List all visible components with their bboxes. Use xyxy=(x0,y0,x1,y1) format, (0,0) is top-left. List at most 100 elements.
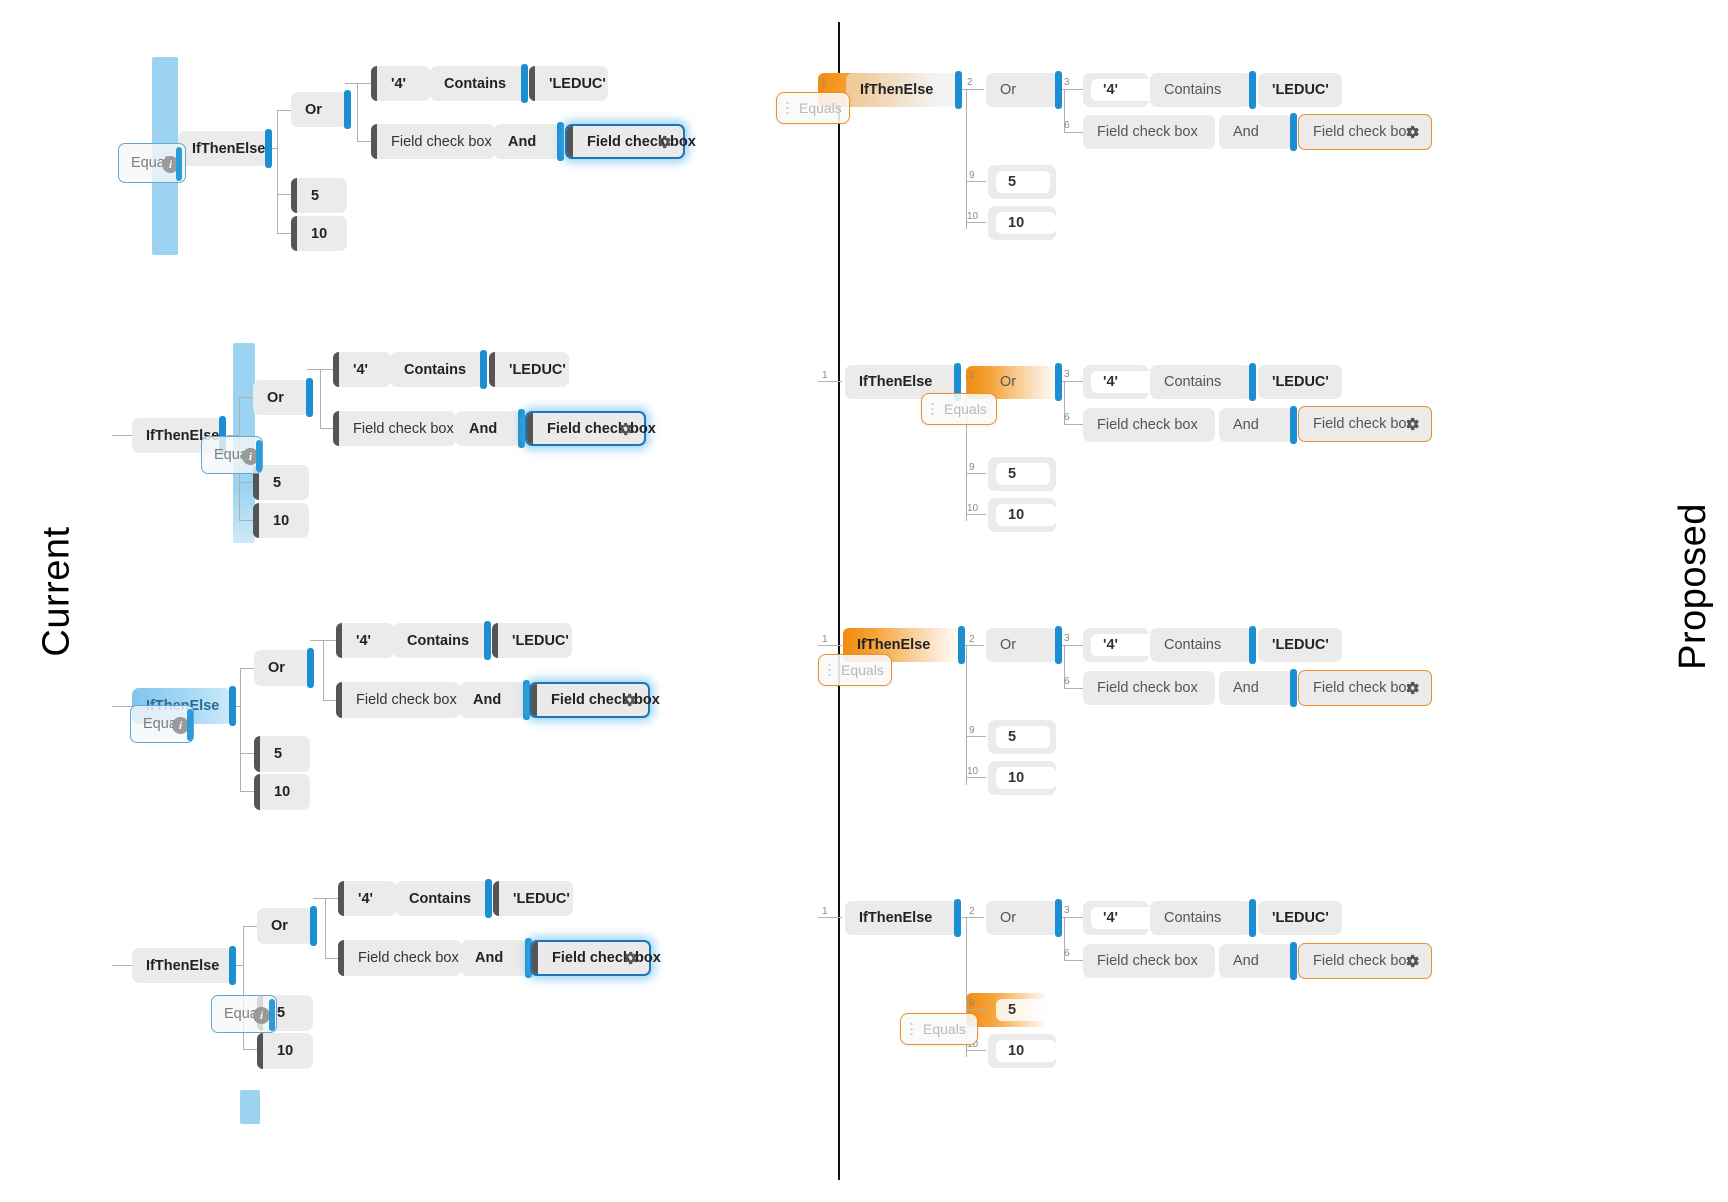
node-field-check-box-selected[interactable]: Field check box xyxy=(1298,406,1432,442)
connector xyxy=(966,1050,986,1051)
node-value-leduc[interactable]: 'LEDUC' xyxy=(1258,73,1342,107)
gear-icon[interactable] xyxy=(620,691,638,709)
node-value-5[interactable]: 5 xyxy=(254,736,310,772)
drag-ghost-equals[interactable]: Equals i xyxy=(118,143,186,183)
node-field-check-box[interactable]: Field check box xyxy=(333,411,456,446)
node-field-check-box[interactable]: Field check box xyxy=(338,940,462,976)
node-value-4[interactable]: '4' xyxy=(336,623,394,658)
gear-icon[interactable] xyxy=(655,133,673,151)
node-value-10[interactable]: 10 xyxy=(988,498,1056,532)
node-value-10[interactable]: 10 xyxy=(988,206,1056,240)
node-field-check-box[interactable]: Field check box xyxy=(371,124,495,159)
drag-ghost-equals[interactable]: Equals xyxy=(818,654,892,686)
node-or[interactable]: Or xyxy=(254,648,314,688)
node-contains[interactable]: Contains xyxy=(395,879,492,918)
node-or[interactable]: Or xyxy=(986,71,1062,109)
node-and[interactable]: And xyxy=(1219,942,1297,980)
node-field-check-box[interactable]: Field check box xyxy=(336,682,460,718)
node-or[interactable]: Or xyxy=(253,378,313,417)
node-field-check-box-selected[interactable]: Field check box xyxy=(529,682,660,718)
node-and[interactable]: And xyxy=(1219,406,1297,444)
gear-icon[interactable] xyxy=(621,949,639,967)
node-or[interactable]: Or xyxy=(986,626,1062,664)
node-ifthenelse[interactable]: IfThenElse xyxy=(132,946,236,985)
node-value-leduc[interactable]: 'LEDUC' xyxy=(1258,901,1342,935)
drag-ghost-equals[interactable]: Equals i xyxy=(201,436,263,474)
drag-handle-icon[interactable] xyxy=(931,401,934,417)
node-and[interactable]: And xyxy=(455,409,525,448)
drag-handle-icon[interactable] xyxy=(786,100,789,116)
connector-number: 1 xyxy=(822,370,828,381)
node-value-4[interactable]: '4' xyxy=(338,881,396,916)
node-or[interactable]: Or xyxy=(986,899,1062,937)
drag-ghost-equals[interactable]: Equals xyxy=(776,92,850,124)
node-value-leduc[interactable]: 'LEDUC' xyxy=(1258,365,1342,399)
node-value-4[interactable]: '4' xyxy=(333,352,391,387)
drag-ghost-equals[interactable]: Equals i xyxy=(130,705,194,743)
node-and[interactable]: And xyxy=(1219,113,1297,151)
node-value-5[interactable]: 5 xyxy=(988,993,1056,1027)
node-value-leduc[interactable]: 'LEDUC' xyxy=(1258,628,1342,662)
node-ifthenelse[interactable]: IfThenElse xyxy=(845,899,961,937)
proposed-column-label: Proposed xyxy=(1671,503,1714,670)
node-value-4[interactable]: '4' xyxy=(1083,901,1157,935)
gear-icon[interactable] xyxy=(1403,123,1421,141)
node-value-10[interactable]: 10 xyxy=(291,216,347,251)
node-field-check-box-selected[interactable]: Field check box xyxy=(525,411,656,446)
node-field-check-box-selected[interactable]: Field check box xyxy=(1298,670,1432,706)
node-contains[interactable]: Contains xyxy=(1150,363,1256,401)
drag-handle-icon[interactable] xyxy=(910,1021,913,1037)
node-or[interactable]: Or xyxy=(257,906,317,946)
node-value-leduc[interactable]: 'LEDUC' xyxy=(529,66,608,101)
node-value-4[interactable]: '4' xyxy=(1083,73,1157,107)
node-and[interactable]: And xyxy=(494,122,564,161)
node-value-5[interactable]: 5 xyxy=(291,178,347,213)
node-value-4[interactable]: '4' xyxy=(1083,365,1157,399)
gear-icon[interactable] xyxy=(1403,952,1421,970)
node-contains[interactable]: Contains xyxy=(1150,899,1256,937)
node-value-5[interactable]: 5 xyxy=(988,720,1056,754)
node-ifthenelse[interactable]: IfThenElse xyxy=(846,71,962,109)
node-value-10[interactable]: 10 xyxy=(988,1034,1056,1068)
node-contains[interactable]: Contains xyxy=(430,64,528,103)
node-value-5[interactable]: 5 xyxy=(988,165,1056,199)
node-field-check-box[interactable]: Field check box xyxy=(1083,944,1215,978)
node-contains[interactable]: Contains xyxy=(1150,626,1256,664)
node-or[interactable]: Or xyxy=(986,363,1062,401)
node-label: 'LEDUC' xyxy=(512,632,569,649)
gear-icon[interactable] xyxy=(1403,679,1421,697)
node-and[interactable]: And xyxy=(1219,669,1297,707)
node-value-10[interactable]: 10 xyxy=(254,774,310,810)
node-field-check-box-selected[interactable]: Field check box xyxy=(1298,943,1432,979)
drag-handle-icon[interactable] xyxy=(828,662,831,678)
node-field-check-box[interactable]: Field check box xyxy=(1083,671,1215,705)
node-field-check-box[interactable]: Field check box xyxy=(1083,115,1215,149)
drag-ghost-equals[interactable]: Equals xyxy=(921,393,997,425)
gear-icon[interactable] xyxy=(616,420,634,438)
node-value-10[interactable]: 10 xyxy=(253,503,309,538)
node-contains[interactable]: Contains xyxy=(1150,71,1256,109)
node-and[interactable]: And xyxy=(459,680,530,720)
node-and[interactable]: And xyxy=(461,938,532,978)
node-label: Field check box xyxy=(552,950,661,966)
node-contains[interactable]: Contains xyxy=(390,350,487,389)
node-value-leduc[interactable]: 'LEDUC' xyxy=(492,623,572,658)
node-field-check-box-selected[interactable]: Field check box xyxy=(530,940,661,976)
node-value-leduc[interactable]: 'LEDUC' xyxy=(493,881,573,916)
node-field-check-box-selected[interactable]: Field check box xyxy=(565,124,696,159)
node-field-check-box-selected[interactable]: Field check box xyxy=(1298,114,1432,150)
node-contains[interactable]: Contains xyxy=(393,621,491,660)
drag-ghost-equals[interactable]: Equals i xyxy=(211,995,277,1033)
node-value-4[interactable]: '4' xyxy=(1083,628,1157,662)
node-value-4[interactable]: '4' xyxy=(371,66,430,101)
node-ifthenelse[interactable]: IfThenElse xyxy=(178,129,272,168)
node-value-leduc[interactable]: 'LEDUC' xyxy=(489,352,569,387)
node-value-5[interactable]: 5 xyxy=(988,457,1056,491)
node-value-10[interactable]: 10 xyxy=(257,1033,313,1069)
drag-ghost-equals[interactable]: Equals xyxy=(900,1013,978,1045)
node-or[interactable]: Or xyxy=(291,90,351,129)
node-value-10[interactable]: 10 xyxy=(988,761,1056,795)
gear-icon[interactable] xyxy=(1403,415,1421,433)
node-field-check-box[interactable]: Field check box xyxy=(1083,408,1215,442)
node-label: '4' xyxy=(1091,634,1157,656)
